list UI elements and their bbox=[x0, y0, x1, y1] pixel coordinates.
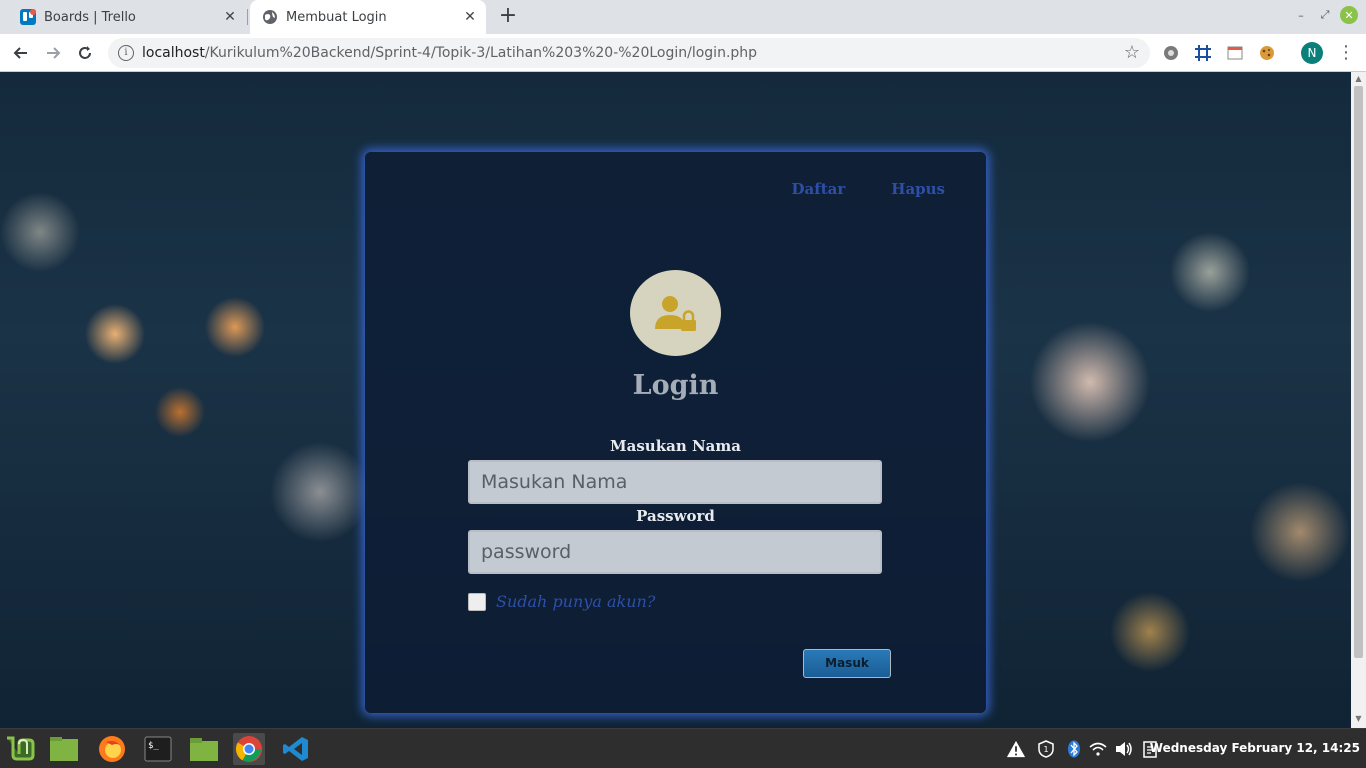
close-icon[interactable]: ✕ bbox=[460, 7, 480, 27]
info-icon[interactable]: i bbox=[118, 45, 134, 61]
url-path: /Kurikulum%20Backend/Sprint-4/Topik-3/La… bbox=[204, 45, 758, 61]
daftar-link[interactable]: Daftar bbox=[792, 180, 846, 198]
remember-row: Sudah punya akun? bbox=[468, 592, 655, 611]
vscode-icon[interactable] bbox=[280, 733, 312, 765]
user-lock-icon bbox=[654, 296, 696, 331]
svg-text:$_: $_ bbox=[148, 741, 159, 751]
files-icon[interactable] bbox=[48, 733, 80, 765]
extension-grid-icon[interactable] bbox=[1193, 43, 1213, 63]
scroll-up-icon[interactable]: ▲ bbox=[1351, 74, 1366, 86]
chrome-icon[interactable] bbox=[233, 733, 265, 765]
url-host: localhost bbox=[142, 45, 205, 61]
new-tab-button[interactable]: + bbox=[496, 5, 520, 29]
globe-icon bbox=[262, 9, 278, 25]
page-scrollbar[interactable]: ▲ ▼ bbox=[1351, 72, 1366, 728]
remember-label: Sudah punya akun? bbox=[496, 592, 656, 611]
shield-icon[interactable]: 1 bbox=[1036, 739, 1056, 759]
login-card: Daftar Hapus Login Masukan Nama Password… bbox=[365, 152, 986, 713]
taskbar: $_ 1 Wednesday February 12, 14:25 bbox=[0, 728, 1366, 768]
extension-window-icon[interactable] bbox=[1225, 43, 1245, 63]
masuk-button[interactable]: Masuk bbox=[803, 649, 891, 678]
volume-icon[interactable] bbox=[1114, 739, 1134, 759]
reload-icon[interactable] bbox=[72, 40, 98, 66]
remember-checkbox[interactable] bbox=[468, 592, 486, 611]
card-nav: Daftar Hapus bbox=[792, 180, 945, 198]
back-icon[interactable] bbox=[8, 40, 34, 66]
tab-strip: Boards | Trello ✕ Membuat Login ✕ + – ⤢ … bbox=[0, 0, 1366, 34]
window-controls: – ⤢ ✕ bbox=[1292, 6, 1358, 24]
extension-gear-icon[interactable] bbox=[1161, 43, 1181, 63]
bookmark-star-icon[interactable]: ☆ bbox=[1124, 42, 1140, 63]
scrollbar-thumb[interactable] bbox=[1354, 86, 1363, 658]
tab-divider bbox=[247, 9, 248, 25]
taskbar-clock[interactable]: Wednesday February 12, 14:25 bbox=[1150, 741, 1360, 755]
firefox-icon[interactable] bbox=[96, 733, 128, 765]
close-icon[interactable]: ✕ bbox=[220, 7, 240, 27]
page-viewport: Daftar Hapus Login Masukan Nama Password… bbox=[0, 72, 1351, 728]
name-label: Masukan Nama bbox=[610, 437, 741, 455]
profile-avatar[interactable]: N bbox=[1301, 42, 1323, 64]
minimize-icon[interactable]: – bbox=[1292, 6, 1310, 24]
tab-trello[interactable]: Boards | Trello ✕ bbox=[8, 0, 246, 34]
svg-text:1: 1 bbox=[1044, 745, 1049, 754]
close-window-icon[interactable]: ✕ bbox=[1340, 6, 1358, 24]
tab-membuat-login[interactable]: Membuat Login ✕ bbox=[250, 0, 486, 34]
restore-icon[interactable]: ⤢ bbox=[1316, 6, 1334, 24]
user-lock-avatar bbox=[630, 270, 721, 356]
tab-title: Membuat Login bbox=[286, 9, 387, 25]
hapus-link[interactable]: Hapus bbox=[891, 180, 945, 198]
warning-icon[interactable] bbox=[1006, 739, 1026, 759]
scroll-down-icon[interactable]: ▼ bbox=[1351, 714, 1366, 726]
name-input[interactable] bbox=[468, 460, 882, 504]
extension-cookie-icon[interactable] bbox=[1257, 43, 1277, 63]
password-input[interactable] bbox=[468, 530, 882, 574]
forward-icon[interactable] bbox=[40, 40, 66, 66]
menu-icon[interactable]: ⋮ bbox=[1336, 40, 1356, 66]
bluetooth-icon[interactable] bbox=[1064, 739, 1084, 759]
login-title: Login bbox=[632, 370, 719, 401]
terminal-icon[interactable]: $_ bbox=[142, 733, 174, 765]
browser-toolbar: i localhost/Kurikulum%20Backend/Sprint-4… bbox=[0, 34, 1366, 72]
mint-menu-icon[interactable] bbox=[4, 733, 36, 765]
tab-title: Boards | Trello bbox=[44, 9, 136, 25]
address-bar[interactable]: i localhost/Kurikulum%20Backend/Sprint-4… bbox=[108, 38, 1150, 68]
folder-icon[interactable] bbox=[188, 733, 220, 765]
password-label: Password bbox=[636, 507, 715, 525]
trello-icon bbox=[20, 9, 36, 25]
wifi-icon[interactable] bbox=[1088, 739, 1108, 759]
